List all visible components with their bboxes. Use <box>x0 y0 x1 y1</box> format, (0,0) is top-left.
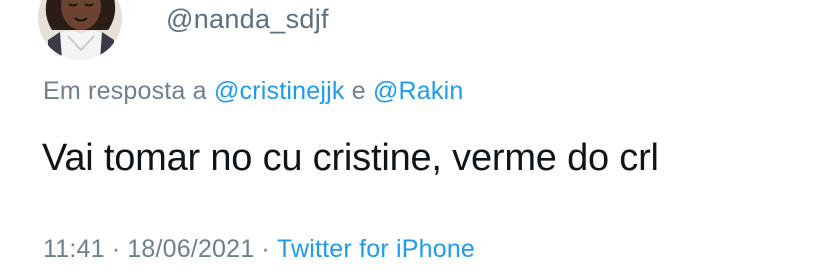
meta-separator: · <box>111 235 121 263</box>
avatar[interactable] <box>38 0 122 60</box>
tweet-text: Vai tomar no cu cristine, verme do crl <box>42 137 659 179</box>
mention-link-rakin[interactable]: @Rakin <box>373 77 464 105</box>
reply-conjunction: e <box>351 77 366 105</box>
tweet-date[interactable]: 18/06/2021 <box>127 235 254 263</box>
avatar-image-icon <box>38 0 122 60</box>
tweet-source-link[interactable]: Twitter for iPhone <box>277 235 475 263</box>
tweet-time[interactable]: 11:41 <box>43 235 105 263</box>
reply-context: Em resposta a @cristinejjk e @Rakin <box>43 74 463 108</box>
tweet-meta: 11:41 · 18/06/2021 · Twitter for iPhone <box>43 232 475 266</box>
meta-separator: · <box>261 235 270 263</box>
mention-link-cristinejjk[interactable]: @cristinejjk <box>214 77 345 105</box>
author-handle[interactable]: @nanda_sdjf <box>166 2 329 36</box>
reply-prefix: Em resposta a <box>43 77 207 105</box>
